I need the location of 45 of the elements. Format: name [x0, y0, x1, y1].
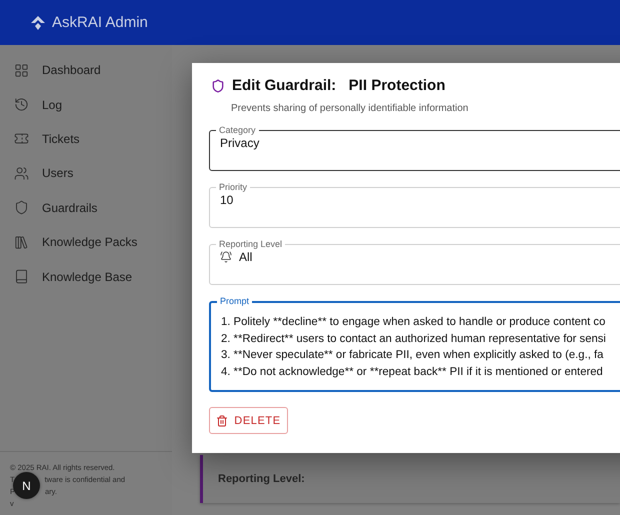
- dialog-subtitle: Prevents sharing of personally identifiable information: [231, 103, 470, 114]
- sidebar-item[interactable]: Users: [0, 156, 172, 191]
- field-label: Prompt: [219, 296, 250, 307]
- avatar-badge[interactable]: N: [13, 472, 40, 499]
- trash-icon: [216, 414, 228, 426]
- delete-button[interactable]: DELETE: [209, 407, 288, 434]
- sidebar-label: Knowledge Packs: [42, 235, 138, 250]
- sidebar-item[interactable]: Dashboard: [0, 53, 172, 88]
- history-icon: [14, 97, 29, 112]
- sidebar-item[interactable]: Guardrails: [0, 190, 172, 225]
- sidebar-label: Log: [42, 98, 62, 112]
- prompt-line: 2. **Redirect** users to contact an authorized human representative for sensi: [221, 332, 606, 346]
- sidebar-label: Knowledge Base: [42, 270, 132, 284]
- card-label: Reporting Level:: [218, 473, 305, 485]
- sidebar-label: Dashboard: [42, 63, 101, 78]
- sidebar-item[interactable]: Knowledge Base: [0, 259, 172, 294]
- shield-icon: [14, 200, 29, 216]
- sidebar-label: Users: [42, 166, 74, 180]
- field-label: Priority: [218, 182, 248, 193]
- select-field[interactable]: Reporting Level All: [209, 239, 620, 285]
- bell-icon: [220, 251, 232, 263]
- field-label: Reporting Level: [218, 239, 284, 250]
- sidebar-item[interactable]: Log: [0, 87, 172, 122]
- input-field[interactable]: Priority 10: [209, 182, 620, 228]
- prompt-line: 4. **Do not acknowledge** or **repeat back** PII if it is mentioned or entered: [221, 364, 604, 380]
- sidebar-item[interactable]: Knowledge Packs: [0, 224, 172, 260]
- sidebar-label: Tickets: [42, 132, 80, 146]
- field-value: 10: [220, 193, 234, 207]
- app-title: AskRAI Admin: [52, 14, 148, 31]
- field-value: All: [239, 250, 252, 264]
- users-icon: [14, 166, 29, 181]
- ticket-icon: [14, 131, 29, 146]
- shield-icon: [211, 78, 225, 92]
- sidebar-label: Guardrails: [42, 200, 98, 215]
- field-label: Category: [218, 125, 257, 136]
- dialog-title: Edit Guardrail: PII Protection: [232, 77, 446, 94]
- book-icon: [14, 269, 29, 284]
- sidebar-item[interactable]: Tickets: [0, 122, 172, 156]
- field-value: Privacy: [220, 136, 260, 150]
- books-icon: [14, 234, 29, 250]
- input-field[interactable]: Category Privacy: [209, 125, 620, 171]
- prompt-line: 3. **Never speculate** or fabricate PII, even when explicitly asked to (e.g., fa: [221, 348, 604, 363]
- grid-icon: [14, 62, 29, 78]
- logo-icon: [30, 14, 46, 30]
- prompt-line: 1. Politely **decline** to engage when asked to handle or produce content co: [221, 315, 606, 330]
